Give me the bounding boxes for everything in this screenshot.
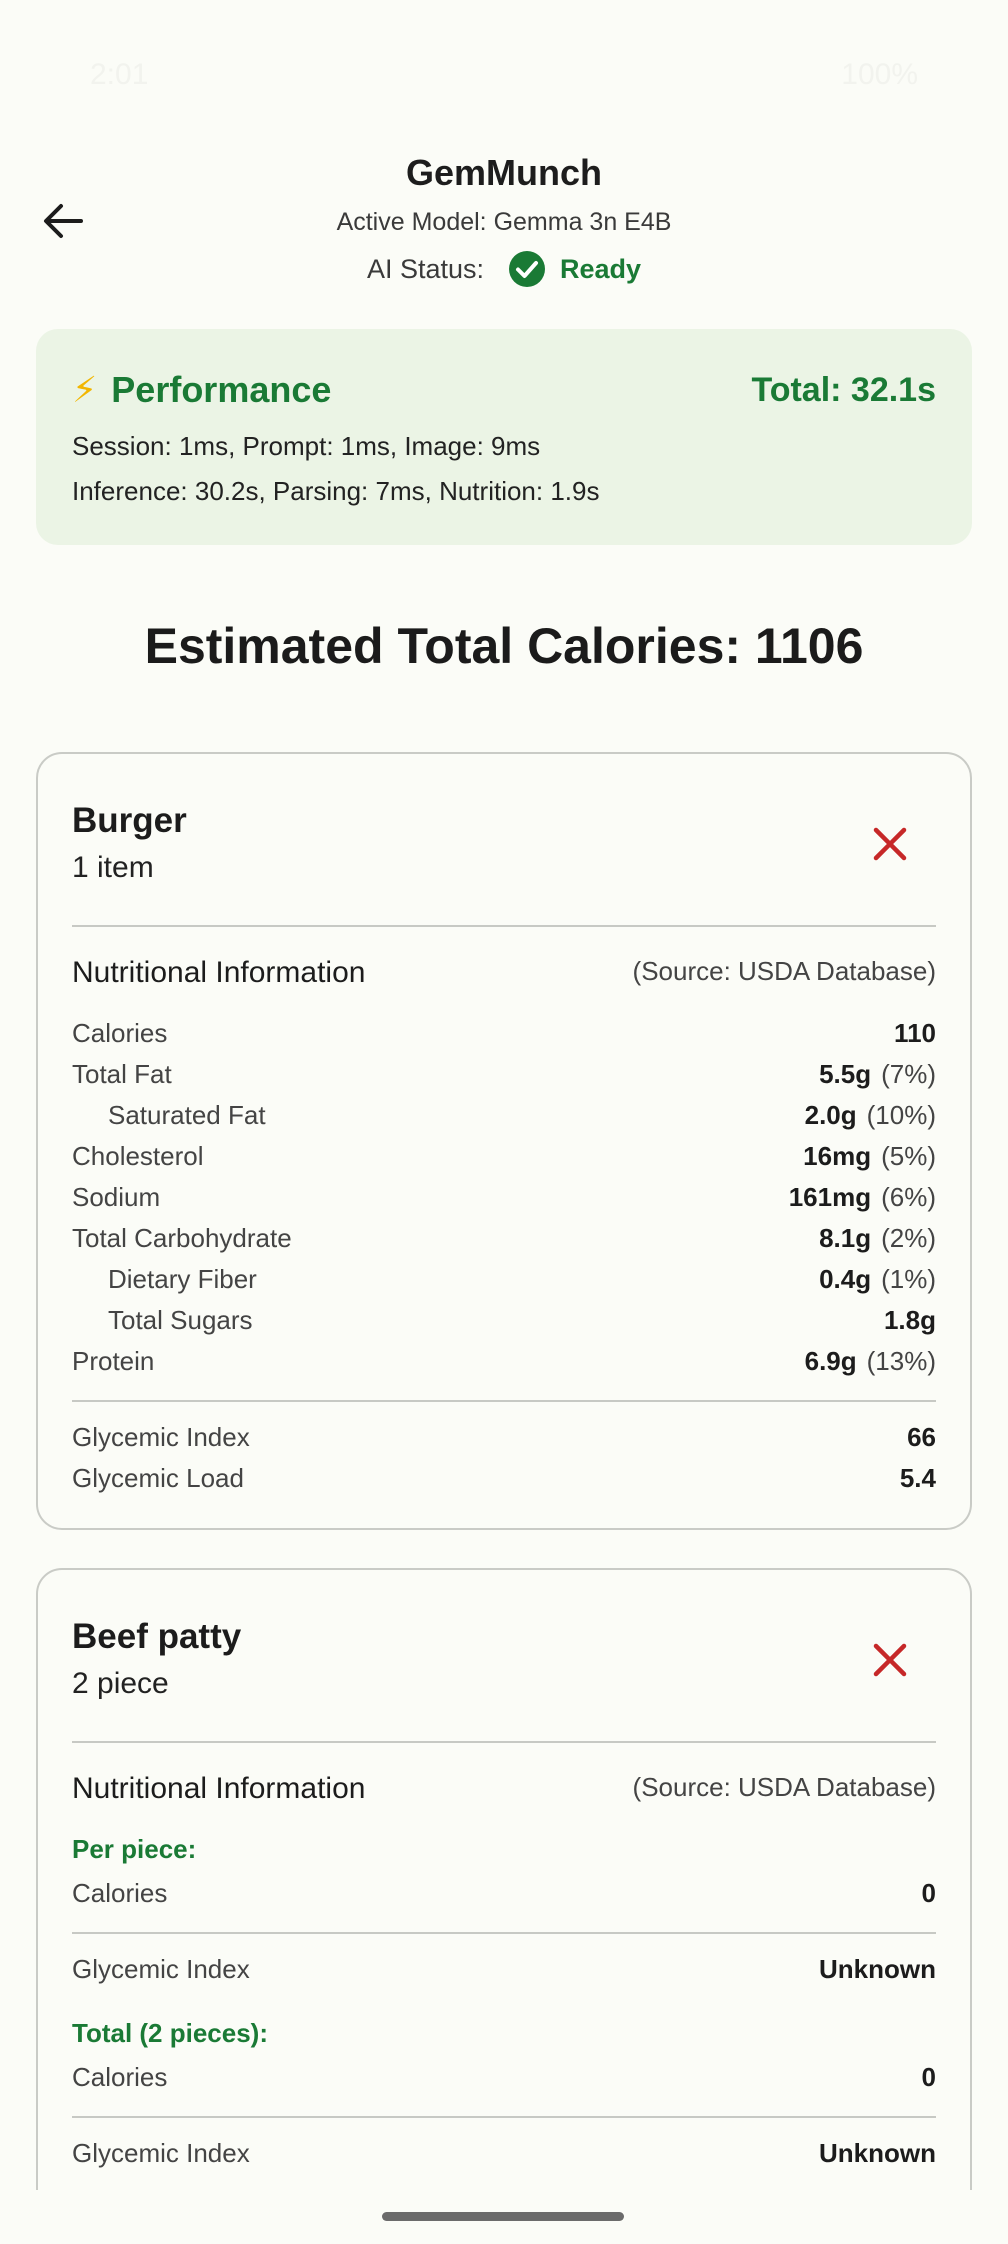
row-value: 66 <box>907 1422 936 1452</box>
divider <box>72 925 936 927</box>
row-value: Unknown <box>819 1954 936 1984</box>
row-label: Total Carbohydrate <box>72 1223 292 1253</box>
row-label: Glycemic Index <box>72 2138 250 2168</box>
glycemic-index-row: Glycemic Index 66 <box>72 1422 936 1462</box>
row-value: 5.4 <box>899 1463 936 1493</box>
status-battery: 100% <box>841 58 918 91</box>
performance-total: Total: 32.1s <box>751 371 936 409</box>
close-icon <box>873 827 907 861</box>
ai-status-label: AI Status: <box>366 253 484 284</box>
performance-timing-line-2: Inference: 30.2s, Parsing: 7ms, Nutritio… <box>72 476 600 506</box>
performance-title: ⚡ Performance <box>72 369 331 411</box>
row-label: Protein <box>72 1346 155 1376</box>
row-label: Total Fat <box>72 1059 172 1089</box>
food-card-beef-patty: Beef patty 2 piece Nutritional Informati… <box>36 1568 972 2244</box>
lightning-icon: ⚡ <box>72 369 98 410</box>
row-label: Saturated Fat <box>108 1100 266 1130</box>
performance-title-text: Performance <box>111 369 332 410</box>
row-label: Glycemic Load <box>72 1463 244 1493</box>
row-value: 6.9g (13%) <box>804 1346 936 1376</box>
per-piece-calories-row: Calories 0 <box>72 1878 936 1918</box>
close-icon <box>873 1643 907 1677</box>
row-value: 0 <box>921 1878 936 1908</box>
row-label: Cholesterol <box>72 1141 204 1171</box>
estimated-total-calories: Estimated Total Calories: 1106 <box>144 618 864 674</box>
row-value: 5.5g (7%) <box>819 1059 936 1089</box>
nutrition-row-total-carbohydrate: Total Carbohydrate 8.1g (2%) <box>72 1223 936 1263</box>
nutrition-row-cholesterol: Cholesterol 16mg (5%) <box>72 1141 936 1181</box>
top-app-bar: GemMunch Active Model: Gemma 3n E4B AI S… <box>0 150 1008 300</box>
active-model-label: Active Model: Gemma 3n E4B <box>336 208 672 236</box>
nutrition-heading: Nutritional Information <box>72 1772 366 1805</box>
nutrition-row-total-sugars: Total Sugars 1.8g <box>72 1305 936 1345</box>
per-piece-glycemic-index-row: Glycemic Index Unknown <box>72 1954 936 1994</box>
per-piece-label: Per piece: <box>72 1834 197 1864</box>
nutrition-heading: Nutritional Information <box>72 956 366 989</box>
row-value: 0.4g (1%) <box>819 1264 936 1294</box>
row-label: Calories <box>72 2062 168 2092</box>
row-label: Total Sugars <box>108 1305 253 1335</box>
row-value: 161mg (6%) <box>788 1182 936 1212</box>
row-label: Glycemic Index <box>72 1954 250 1984</box>
row-label: Calories <box>72 1018 168 1048</box>
food-card-burger: Burger 1 item Nutritional Information (S… <box>36 752 972 1530</box>
row-value: 8.1g (2%) <box>819 1223 936 1253</box>
status-time: 2:01 <box>90 58 149 91</box>
app-title: GemMunch <box>405 152 602 193</box>
remove-food-button[interactable] <box>866 820 914 868</box>
row-label: Calories <box>72 1878 168 1908</box>
nutrition-source: (Source: USDA Database) <box>632 956 936 986</box>
ai-status-value: Ready <box>560 253 642 284</box>
food-name: Beef patty <box>72 1617 242 1656</box>
remove-food-button[interactable] <box>866 1636 914 1684</box>
total-pieces-label: Total (2 pieces): <box>72 2018 269 2048</box>
total-calories-row: Calories 0 <box>72 2062 936 2102</box>
row-value: Unknown <box>819 2138 936 2168</box>
row-value: 16mg (5%) <box>803 1141 936 1171</box>
nutrition-row-saturated-fat: Saturated Fat 2.0g (10%) <box>72 1100 936 1140</box>
nutrition-row-sodium: Sodium 161mg (6%) <box>72 1182 936 1222</box>
check-circle-icon <box>509 251 545 287</box>
nutrition-row-dietary-fiber: Dietary Fiber 0.4g (1%) <box>72 1264 936 1304</box>
divider <box>72 1932 936 1934</box>
row-label: Dietary Fiber <box>108 1264 257 1294</box>
food-quantity: 2 piece <box>72 1667 169 1700</box>
divider <box>72 2116 936 2118</box>
food-name: Burger <box>72 801 187 840</box>
nutrition-row-total-fat: Total Fat 5.5g (7%) <box>72 1059 936 1099</box>
ai-status: AI Status: Ready <box>0 250 1008 288</box>
divider <box>72 1741 936 1743</box>
row-value: 1.8g <box>883 1305 936 1335</box>
performance-card: ⚡ Performance Total: 32.1s Session: 1ms,… <box>36 329 972 545</box>
row-value: 0 <box>921 2062 936 2092</box>
food-quantity: 1 item <box>72 851 154 884</box>
nutrition-source: (Source: USDA Database) <box>632 1772 936 1802</box>
row-label: Sodium <box>72 1182 161 1212</box>
total-glycemic-index-row: Glycemic Index Unknown <box>72 2138 936 2178</box>
performance-timing-line-1: Session: 1ms, Prompt: 1ms, Image: 9ms <box>72 431 541 461</box>
row-value: 110 <box>894 1018 936 1048</box>
nutrition-row-calories: Calories 110 <box>72 1018 936 1058</box>
divider <box>72 1400 936 1402</box>
home-indicator[interactable] <box>382 2212 624 2221</box>
status-bar: 2:01 100% <box>0 0 1008 150</box>
nutrition-row-protein: Protein 6.9g (13%) <box>72 1346 936 1386</box>
row-value: 2.0g (10%) <box>804 1100 936 1130</box>
glycemic-load-row: Glycemic Load 5.4 <box>72 1463 936 1503</box>
row-label: Glycemic Index <box>72 1422 250 1452</box>
